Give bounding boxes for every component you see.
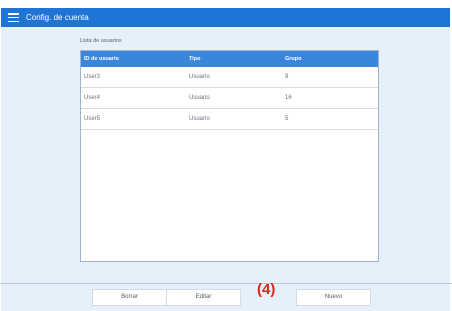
user-table: ID de usuario Tipo Grupo User3 Usuario 9… [80, 50, 379, 262]
table-row[interactable]: User5 Usuario 5 [81, 109, 378, 130]
user-id-cell: User4 [84, 95, 101, 101]
new-button[interactable]: Nuevo [296, 289, 371, 306]
window-title: Config. de cuenta [26, 13, 89, 22]
user-group-cell: 5 [285, 116, 289, 122]
user-type-cell: Usuario [189, 74, 210, 80]
user-type-cell: Usuario [189, 116, 210, 122]
user-id-cell: User3 [84, 74, 101, 80]
hamburger-menu-icon[interactable] [8, 13, 19, 22]
table-header: ID de usuario Tipo Grupo [81, 51, 378, 67]
user-type-cell: Usuario [189, 95, 210, 101]
column-header-type: Tipo [189, 56, 201, 62]
user-group-cell: 9 [285, 74, 289, 80]
edit-button[interactable]: Editar [166, 289, 241, 306]
column-header-group: Grupo [285, 56, 302, 62]
account-settings-screen: Config. de cuenta Lista de usuarios ID d… [0, 0, 452, 311]
table-row[interactable]: User4 Usuario 16 [81, 88, 378, 109]
footer-toolbar: Borrar Editar (4) Nuevo [1, 281, 450, 311]
user-id-cell: User5 [84, 116, 101, 122]
title-bar: Config. de cuenta [1, 8, 450, 27]
main-content: Lista de usuarios ID de usuario Tipo Gru… [1, 27, 450, 283]
user-group-cell: 16 [285, 95, 292, 101]
column-header-user-id: ID de usuario [84, 56, 119, 62]
delete-button[interactable]: Borrar [92, 289, 167, 306]
user-list-title: Lista de usuarios [80, 38, 122, 44]
callout-label: (4) [257, 281, 276, 298]
table-row[interactable]: User3 Usuario 9 [81, 67, 378, 88]
